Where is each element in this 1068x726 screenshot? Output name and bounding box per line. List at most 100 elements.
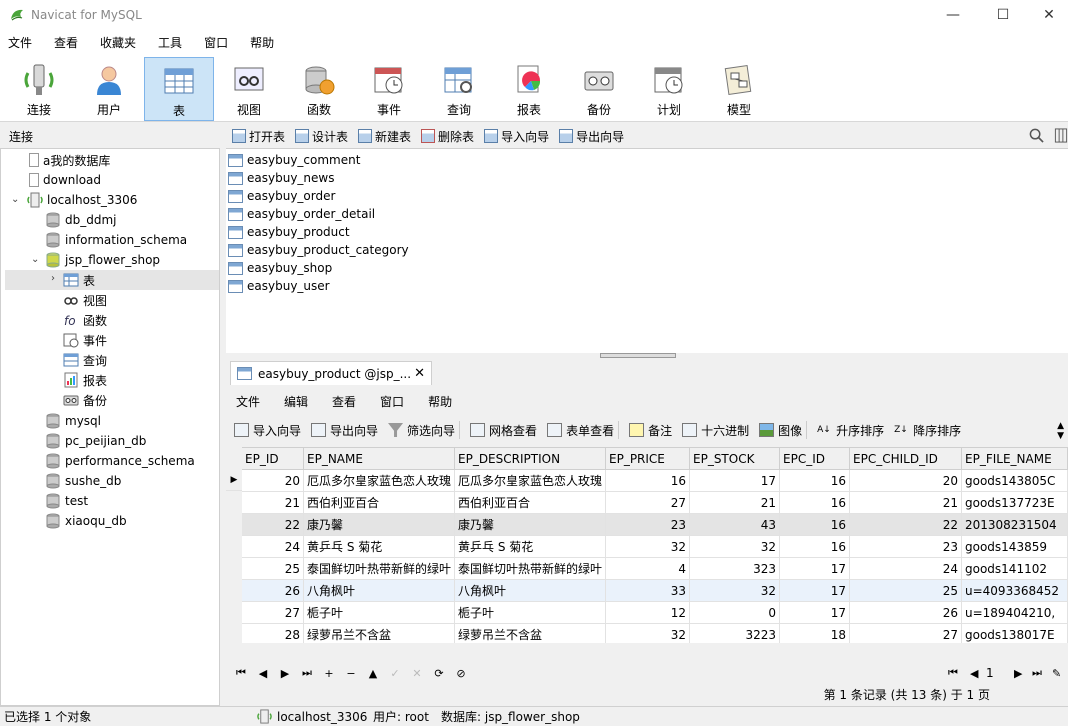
- table-cell[interactable]: 16: [780, 470, 850, 492]
- tree-node-download[interactable]: download: [29, 170, 101, 190]
- editor-menu-edit[interactable]: 编辑: [284, 393, 308, 410]
- tree-node-queries[interactable]: 查询: [63, 350, 107, 370]
- table-cell[interactable]: 厄瓜多尔皇家蓝色恋人玫瑰: [455, 470, 606, 492]
- menu-favorites[interactable]: 收藏夹: [92, 34, 136, 51]
- table-cell[interactable]: 27: [850, 624, 962, 643]
- table-cell[interactable]: goods143859: [962, 536, 1068, 558]
- editor-export-wizard-button[interactable]: 导出向导: [311, 422, 378, 439]
- table-cell[interactable]: goods141102: [962, 558, 1068, 580]
- table-item-easybuy-news[interactable]: easybuy_news: [228, 169, 334, 187]
- settings-icon[interactable]: ✎: [1052, 667, 1061, 680]
- tree-node-localhost[interactable]: localhost_3306: [27, 190, 137, 210]
- table-cell[interactable]: 黄乒乓 S 菊花: [455, 536, 606, 558]
- toolbar-view-button[interactable]: 视图: [214, 57, 284, 121]
- image-button[interactable]: 图像: [759, 421, 808, 439]
- import-wizard-button[interactable]: 导入向导: [484, 128, 549, 145]
- column-header[interactable]: EP_DESCRIPTION: [455, 448, 606, 470]
- splitter-grip[interactable]: [600, 353, 676, 358]
- cancel-record-button[interactable]: ✕: [406, 667, 428, 680]
- table-cell[interactable]: 21: [850, 492, 962, 514]
- toolbar-report-button[interactable]: 报表: [494, 57, 564, 121]
- menu-window[interactable]: 窗口: [196, 34, 228, 51]
- table-cell[interactable]: 23: [606, 514, 690, 536]
- export-wizard-button[interactable]: 导出向导: [559, 128, 624, 145]
- menu-view[interactable]: 查看: [46, 34, 78, 51]
- page-number-field[interactable]: 1: [986, 666, 994, 680]
- tree-node-mysql[interactable]: mysql: [45, 411, 101, 431]
- table-row[interactable]: 26 八角枫叶 八角枫叶 33 32 17 25 u=4093368452: [242, 580, 1068, 602]
- table-cell[interactable]: 22: [850, 514, 962, 536]
- filter-wizard-button[interactable]: 筛选向导: [388, 421, 461, 439]
- form-view-button[interactable]: 表单查看: [547, 421, 620, 439]
- table-row[interactable]: 28 绿萝吊兰不含盆 绿萝吊兰不含盆 32 3223 18 27 goods138017E: [242, 624, 1068, 643]
- toolbar-connection-button[interactable]: 连接: [4, 57, 74, 121]
- table-cell[interactable]: 43: [690, 514, 780, 536]
- tree-node-reports[interactable]: 报表: [63, 370, 107, 390]
- menu-tools[interactable]: 工具: [150, 34, 182, 51]
- table-cell[interactable]: 24: [242, 536, 304, 558]
- table-cell[interactable]: 32: [690, 536, 780, 558]
- memo-button[interactable]: 备注: [629, 422, 672, 439]
- toolbar-table-button[interactable]: 表: [144, 57, 214, 121]
- table-cell[interactable]: 绿萝吊兰不含盆: [304, 624, 455, 643]
- editor-menu-help[interactable]: 帮助: [428, 393, 452, 410]
- table-cell[interactable]: 17: [780, 580, 850, 602]
- stop-button[interactable]: ⊘: [450, 667, 472, 680]
- tree-node-pc-peijian-db[interactable]: pc_peijian_db: [45, 431, 146, 451]
- next-record-button[interactable]: ▶: [274, 667, 296, 680]
- column-header[interactable]: EP_FILE_NAME: [962, 448, 1068, 470]
- table-cell[interactable]: goods143805C: [962, 470, 1068, 492]
- table-cell[interactable]: 20: [850, 470, 962, 492]
- sort-descending-button[interactable]: Z↓ 降序排序: [894, 422, 961, 439]
- grid-view-button[interactable]: 网格查看: [470, 422, 537, 439]
- tree-node-events[interactable]: 事件: [63, 330, 107, 350]
- table-cell[interactable]: 27: [242, 602, 304, 624]
- table-cell[interactable]: 17: [780, 558, 850, 580]
- table-item-easybuy-product-category[interactable]: easybuy_product_category: [228, 241, 409, 259]
- edit-record-button[interactable]: ▲: [362, 667, 384, 680]
- tree-node-sushe-db[interactable]: sushe_db: [45, 471, 121, 491]
- table-cell[interactable]: u=4093368452: [962, 580, 1068, 602]
- last-page-button[interactable]: ⏭: [1032, 666, 1042, 680]
- tree-node-xiaoqu-db[interactable]: xiaoqu_db: [45, 511, 127, 531]
- table-cell[interactable]: 28: [242, 624, 304, 643]
- table-cell[interactable]: 12: [606, 602, 690, 624]
- delete-record-button[interactable]: −: [340, 667, 362, 680]
- table-cell[interactable]: 18: [780, 624, 850, 643]
- table-row[interactable]: 22 康乃馨 康乃馨 23 43 16 22 201308231504: [242, 514, 1068, 536]
- column-header[interactable]: EPC_CHILD_ID: [850, 448, 962, 470]
- table-cell[interactable]: 3223: [690, 624, 780, 643]
- menu-help[interactable]: 帮助: [242, 34, 274, 51]
- tree-node-functions[interactable]: fo 函数: [63, 310, 107, 330]
- column-header[interactable]: EP_STOCK: [690, 448, 780, 470]
- table-cell[interactable]: goods137723E: [962, 492, 1068, 514]
- tree-node-jsp-flower-shop[interactable]: jsp_flower_shop: [45, 250, 160, 270]
- table-cell[interactable]: 323: [690, 558, 780, 580]
- table-cell[interactable]: 泰国鲜切叶热带新鲜的绿叶: [455, 558, 606, 580]
- column-header[interactable]: EP_PRICE: [606, 448, 690, 470]
- editor-menu-window[interactable]: 窗口: [380, 393, 404, 410]
- table-cell[interactable]: 32: [606, 536, 690, 558]
- close-button[interactable]: ✕: [1026, 0, 1068, 30]
- design-table-button[interactable]: 设计表: [295, 128, 348, 145]
- tree-node-views[interactable]: 视图: [63, 290, 107, 310]
- table-cell[interactable]: 21: [242, 492, 304, 514]
- table-cell[interactable]: 17: [780, 602, 850, 624]
- tab-easybuy-product[interactable]: easybuy_product @jsp_... ✕: [230, 361, 432, 385]
- first-record-button[interactable]: ⏮: [230, 666, 252, 680]
- toolbar-function-button[interactable]: 函数: [284, 57, 354, 121]
- table-item-easybuy-order-detail[interactable]: easybuy_order_detail: [228, 205, 375, 223]
- table-cell[interactable]: 201308231504: [962, 514, 1068, 536]
- tree-node-a-my-db[interactable]: a我的数据库: [29, 150, 110, 170]
- table-cell[interactable]: 康乃馨: [304, 514, 455, 536]
- table-cell[interactable]: 33: [606, 580, 690, 602]
- table-item-easybuy-shop[interactable]: easybuy_shop: [228, 259, 332, 277]
- refresh-button[interactable]: ⟳: [428, 667, 450, 680]
- table-row[interactable]: 27 栀子叶 栀子叶 12 0 17 26 u=189404210,: [242, 602, 1068, 624]
- editor-menu-file[interactable]: 文件: [236, 393, 260, 410]
- table-cell[interactable]: 24: [850, 558, 962, 580]
- tree-node-tables[interactable]: › 表: [5, 270, 219, 290]
- maximize-button[interactable]: ☐: [980, 0, 1026, 30]
- table-cell[interactable]: 八角枫叶: [304, 580, 455, 602]
- prev-page-button[interactable]: ◀: [970, 667, 978, 680]
